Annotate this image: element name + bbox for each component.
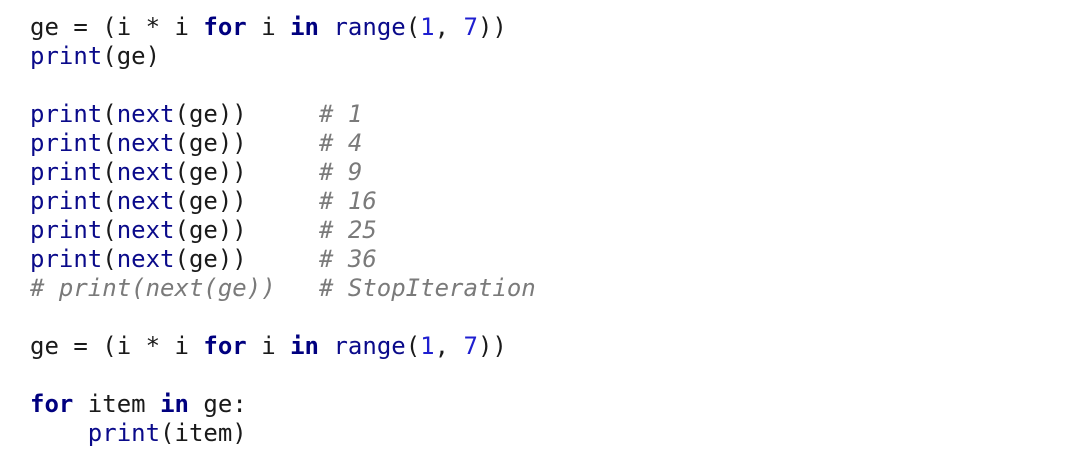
- builtin-token: print: [30, 129, 103, 157]
- builtin-token: print: [30, 245, 103, 273]
- code-text: (: [102, 245, 117, 273]
- builtin-token: print: [87, 419, 161, 447]
- code-line: print(next(ge)) # 36: [30, 245, 536, 274]
- keyword-token: for: [203, 13, 247, 41]
- code-line: print(next(ge)) # 9: [30, 158, 536, 187]
- code-line: ge = (i * i for i in range(1, 7)): [30, 13, 536, 42]
- builtin-token: next: [116, 245, 175, 273]
- code-text: ge = (i * i: [30, 13, 204, 41]
- comment-token: # 9: [319, 158, 363, 186]
- comment-token: # 4: [319, 129, 363, 157]
- code-text: (ge)): [174, 187, 319, 215]
- code-text: ge:: [188, 390, 247, 418]
- code-text: (ge)): [174, 129, 319, 157]
- builtin-token: next: [116, 187, 175, 215]
- blank-line: ​: [30, 361, 536, 390]
- code-text: (: [102, 100, 117, 128]
- code-line: print(next(ge)) # 25: [30, 216, 536, 245]
- code-text: ,: [434, 13, 464, 41]
- keyword-token: in: [290, 332, 320, 360]
- code-line: for item in ge:: [30, 390, 536, 419]
- code-text: (: [405, 13, 421, 41]
- keyword-token: in: [160, 390, 189, 418]
- code-text: i: [246, 332, 291, 360]
- blank-line: ​: [30, 71, 536, 100]
- number-token: 7: [463, 332, 478, 360]
- code-line: print(next(ge)) # 16: [30, 187, 536, 216]
- code-line: print(ge): [30, 42, 536, 71]
- builtin-token: print: [30, 216, 103, 244]
- code-line: # print(next(ge)) # StopIteration: [30, 274, 536, 303]
- builtin-token: next: [116, 158, 175, 186]
- code-text: item: [73, 390, 161, 418]
- code-text: (: [102, 216, 117, 244]
- code-text: (ge)): [174, 158, 319, 186]
- builtin-token: print: [30, 42, 103, 70]
- code-line: print(next(ge)) # 4: [30, 129, 536, 158]
- number-token: 1: [420, 332, 435, 360]
- code-text: ge = (i * i: [30, 332, 204, 360]
- keyword-token: for: [203, 332, 247, 360]
- code-text: (ge)): [174, 100, 319, 128]
- comment-token: # 25: [319, 216, 377, 244]
- comment-token: # print(next(ge)) # StopIteration: [30, 274, 536, 302]
- code-line: print(item): [30, 419, 536, 448]
- code-text: (: [102, 129, 117, 157]
- code-text: (: [102, 158, 117, 186]
- code-line: ge = (i * i for i in range(1, 7)): [30, 332, 536, 361]
- code-editor[interactable]: ge = (i * i for i in range(1, 7)) print(g…: [30, 13, 536, 448]
- code-text: (item): [160, 419, 247, 447]
- builtin-token: print: [30, 100, 103, 128]
- code-text: (: [102, 187, 117, 215]
- code-text: ,: [434, 332, 464, 360]
- blank-line: ​: [30, 303, 536, 332]
- code-text: (: [405, 332, 421, 360]
- code-text: (ge): [102, 42, 161, 70]
- builtin-token: next: [116, 100, 175, 128]
- comment-token: # 36: [319, 245, 377, 273]
- number-token: 7: [463, 13, 478, 41]
- code-text: )): [477, 13, 507, 41]
- code-line: print(next(ge)) # 1: [30, 100, 536, 129]
- comment-token: # 16: [319, 187, 377, 215]
- keyword-token: in: [290, 13, 320, 41]
- builtin-token: next: [116, 129, 175, 157]
- builtin-token: next: [116, 216, 175, 244]
- keyword-token: for: [30, 390, 74, 418]
- code-text: )): [477, 332, 507, 360]
- builtin-token: print: [30, 187, 103, 215]
- code-text: (ge)): [174, 245, 319, 273]
- builtin-token: range: [333, 13, 406, 41]
- code-text: i: [246, 13, 291, 41]
- comment-token: # 1: [319, 100, 363, 128]
- builtin-token: range: [333, 332, 406, 360]
- number-token: 1: [420, 13, 435, 41]
- builtin-token: print: [30, 158, 103, 186]
- code-text: (ge)): [174, 216, 319, 244]
